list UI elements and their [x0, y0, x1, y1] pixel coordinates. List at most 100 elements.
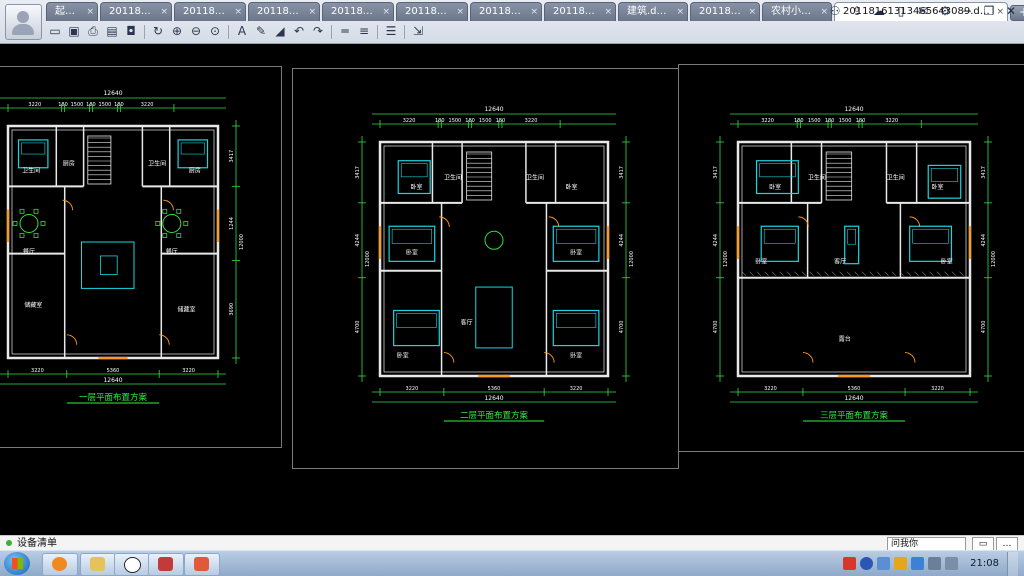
- bottom-dimension-label: 3220: [182, 368, 195, 374]
- restore-icon[interactable]: ❐: [980, 3, 998, 19]
- dining-chair: [19, 208, 25, 214]
- tab-close-icon[interactable]: ×: [456, 3, 464, 21]
- security-icon[interactable]: [894, 557, 908, 570]
- balcony-hatch: [884, 271, 889, 276]
- balcony-hatch: [741, 271, 747, 276]
- tab-label: 20118…: [405, 6, 447, 17]
- taskbar-qq[interactable]: [114, 553, 150, 576]
- side-dimension-label: 3417: [229, 150, 235, 163]
- lock-icon[interactable]: ◘: [122, 23, 140, 40]
- bed-pillow: [759, 163, 796, 178]
- zoom-window-icon[interactable]: ⊙: [206, 23, 224, 40]
- tab-close-icon[interactable]: ×: [748, 3, 756, 21]
- balcony-hatch: [914, 271, 919, 276]
- layers-icon[interactable]: ☰: [382, 23, 400, 40]
- tab-2[interactable]: 20118… ×: [100, 2, 172, 21]
- room-label: 卧室: [397, 351, 409, 359]
- top-dimension-label: 3220: [885, 118, 898, 124]
- print-icon[interactable]: ⎙: [84, 23, 102, 40]
- minimize-icon[interactable]: −: [958, 3, 976, 19]
- tab-5[interactable]: 20118… ×: [322, 2, 394, 21]
- flag-icon[interactable]: [911, 557, 925, 570]
- monitor-icon[interactable]: [928, 557, 942, 570]
- side-dimension-label: 4244: [619, 234, 625, 247]
- tab-9[interactable]: 建筑.d… ×: [618, 2, 688, 21]
- dining-table: [484, 230, 504, 250]
- zoom-in-icon[interactable]: ⊕: [168, 23, 186, 40]
- tab-11[interactable]: 农村小… ×: [762, 2, 832, 21]
- volume-icon[interactable]: [945, 557, 959, 570]
- toolbar: ▭ ▣ ⎙ ▤ ◘ ↻ ⊕ ⊖ ⊙ A ✎ ◢ ↶ ↷ ═ ≡ ☰ ⇲: [46, 22, 427, 41]
- rotate-icon[interactable]: ↻: [149, 23, 167, 40]
- open-icon[interactable]: ▭: [46, 23, 64, 40]
- door-swing: [904, 352, 916, 363]
- text-icon[interactable]: A: [233, 23, 251, 40]
- balcony-hatch: [749, 271, 754, 276]
- room-label: 卧室: [566, 183, 578, 191]
- ime-box[interactable]: 问我你: [887, 537, 966, 551]
- tab-7[interactable]: 20118… ×: [470, 2, 542, 21]
- door-swing: [443, 352, 455, 363]
- eraser-icon[interactable]: ◢: [271, 23, 289, 40]
- bed: [844, 225, 860, 265]
- chat-button[interactable]: ▭: [972, 537, 994, 551]
- mail-icon[interactable]: ✉: [914, 3, 932, 19]
- share-icon[interactable]: ⇪: [848, 3, 866, 19]
- interior-wall-line: [741, 145, 967, 373]
- tab-close-icon[interactable]: ×: [530, 3, 538, 21]
- zoom-out-icon[interactable]: ⊖: [187, 23, 205, 40]
- network-icon[interactable]: [877, 557, 891, 570]
- tab-8[interactable]: 20118… ×: [544, 2, 616, 21]
- phone-icon[interactable]: ▯: [892, 3, 910, 19]
- room-label: 卧室: [406, 248, 418, 256]
- sogou-icon[interactable]: [843, 557, 857, 570]
- tab-close-icon[interactable]: ×: [604, 3, 612, 21]
- users-icon[interactable]: ⚇: [826, 3, 844, 19]
- user-avatar[interactable]: [5, 4, 42, 40]
- tab-6[interactable]: 20118… ×: [396, 2, 468, 21]
- clock[interactable]: 21:08: [970, 558, 999, 569]
- tab-close-icon[interactable]: ×: [308, 3, 316, 21]
- export-icon[interactable]: ⇲: [409, 23, 427, 40]
- settings-icon[interactable]: ⚙: [936, 3, 954, 19]
- help-icon[interactable]: [860, 557, 874, 570]
- close-icon[interactable]: ✕: [1002, 3, 1020, 19]
- status-label[interactable]: 设备清单: [17, 538, 57, 549]
- tab-3[interactable]: 20118… ×: [174, 2, 246, 21]
- tab-close-icon[interactable]: ×: [86, 3, 94, 21]
- drawing-canvas[interactable]: 12640 3220 180 1500 180 1500 180 3220 3220 5360 32…: [0, 44, 1024, 534]
- balcony-hatch: [876, 271, 882, 276]
- room-label: 储藏室: [24, 301, 42, 309]
- tab-label: 20118…: [331, 6, 373, 17]
- more-button[interactable]: …: [996, 537, 1018, 551]
- side-dimension-label: 4244: [713, 234, 719, 247]
- save-icon[interactable]: ▣: [65, 23, 83, 40]
- tab-close-icon[interactable]: ×: [676, 3, 684, 21]
- tab-close-icon[interactable]: ×: [234, 3, 242, 21]
- redo-icon[interactable]: ↷: [309, 23, 327, 40]
- top-dimension-label: 1500: [99, 102, 112, 108]
- side-dimension-label: 4700: [355, 320, 361, 333]
- coffee-table: [100, 255, 118, 275]
- pencil-icon[interactable]: ✎: [252, 23, 270, 40]
- bed: [909, 225, 953, 262]
- print-preview-icon[interactable]: ▤: [103, 23, 121, 40]
- show-desktop-button[interactable]: [1007, 551, 1018, 576]
- window-controls: ⚇ ⇪ ☁ ▯ ✉ ⚙ − ❐ ✕: [826, 3, 1020, 19]
- tab-close-icon[interactable]: ×: [382, 3, 390, 21]
- cloud-icon[interactable]: ☁: [870, 3, 888, 19]
- taskbar-viewer[interactable]: [184, 553, 220, 576]
- room-label: 厨房: [189, 166, 201, 174]
- start-button[interactable]: [4, 552, 30, 575]
- tab-4[interactable]: 20118… ×: [248, 2, 320, 21]
- room-label: 餐厅: [23, 248, 35, 256]
- undo-icon[interactable]: ↶: [290, 23, 308, 40]
- taskbar-books[interactable]: [148, 553, 184, 576]
- tab-1[interactable]: 起… ×: [46, 2, 98, 21]
- tab-10[interactable]: 20118… ×: [690, 2, 760, 21]
- tab-close-icon[interactable]: ×: [160, 3, 168, 21]
- taskbar-explorer[interactable]: [80, 553, 116, 576]
- taskbar-browser[interactable]: [42, 553, 78, 576]
- measure-icon[interactable]: ═: [336, 23, 354, 40]
- dimension-icon[interactable]: ≡: [355, 23, 373, 40]
